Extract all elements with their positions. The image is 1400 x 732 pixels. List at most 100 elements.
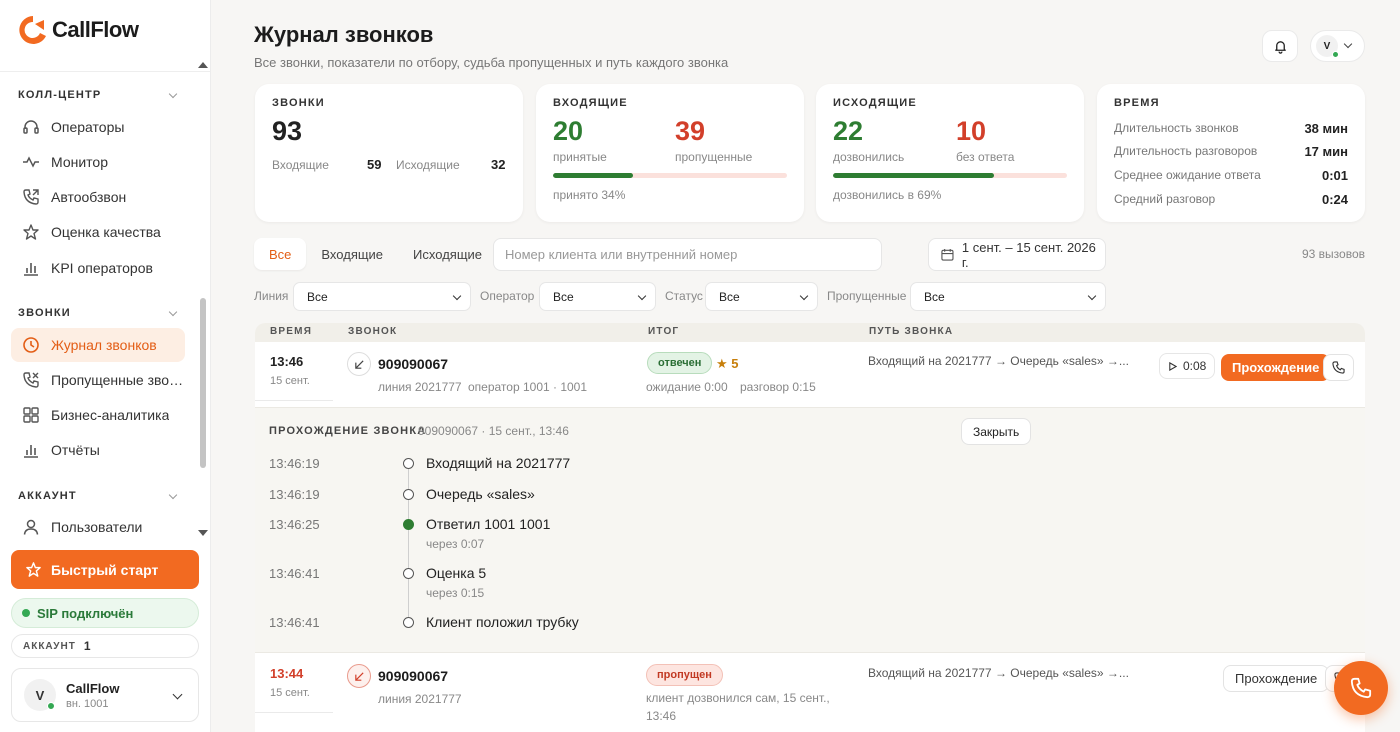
sidebar-item-operators[interactable]: Операторы	[11, 110, 185, 144]
call-date: 15 сент.	[270, 375, 310, 387]
bar-chart-icon	[24, 445, 38, 458]
user-menu[interactable]: V CallFlow вн. 1001	[11, 668, 199, 722]
user-extension: вн. 1001	[66, 697, 109, 710]
sip-status-text: SIP подключён	[37, 605, 134, 621]
line-select[interactable]: Все	[293, 282, 471, 311]
column-header-time: ВРЕМЯ	[270, 326, 313, 337]
sidebar-item-autodial[interactable]: Автообзвон	[11, 180, 185, 214]
sidebar-item-monitor[interactable]: Монитор	[11, 145, 185, 179]
status-dot	[22, 609, 30, 617]
notifications-button[interactable]	[1262, 30, 1298, 62]
phone-icon	[1350, 677, 1372, 699]
select-value: Все	[307, 289, 328, 304]
event-dot	[403, 617, 414, 628]
filter-label-status: Статус	[665, 289, 703, 303]
user-menu-button[interactable]: V	[1310, 30, 1365, 62]
event-dot	[403, 458, 414, 469]
sidebar-item-label: Оценка качества	[51, 224, 161, 240]
filter-label-missed: Пропущенные	[827, 289, 907, 303]
app-name: CallFlow	[52, 17, 139, 42]
caller-number[interactable]: 909090067	[378, 668, 448, 684]
star-icon	[23, 224, 39, 240]
route-button[interactable]: Прохождение	[1223, 665, 1330, 692]
event-text: Входящий на 2021777	[426, 455, 571, 471]
sidebar-item-label: Пользователи	[51, 519, 143, 535]
scroll-down-arrow[interactable]	[198, 530, 208, 536]
divider	[255, 400, 333, 401]
wait-time: ожидание 0:00	[646, 380, 728, 394]
date-range-picker[interactable]: 1 сент. – 15 сент. 2026 г.	[928, 238, 1106, 271]
chevron-down-icon	[168, 490, 178, 499]
status-badge: пропущен	[646, 664, 723, 686]
event-time: 13:46:19	[269, 456, 320, 471]
missed-select[interactable]: Все	[910, 282, 1106, 311]
incoming-accepted: 20	[553, 116, 584, 146]
sidebar-item-analytics[interactable]: Бизнес-аналитика	[11, 398, 185, 432]
recording-duration: 0:08	[1183, 359, 1207, 373]
sidebar-item-call-log[interactable]: Журнал звонков	[11, 328, 185, 362]
quick-start-button[interactable]: Быстрый старт	[11, 550, 199, 589]
outgoing-noanswer-label: без ответа	[956, 150, 1015, 164]
sidebar-item-kpi[interactable]: KPI операторов	[11, 251, 185, 285]
play-recording-button[interactable]: 0:08	[1159, 353, 1216, 379]
sidebar-item-missed[interactable]: Пропущенные звонки	[11, 363, 185, 397]
bar-chart-icon	[24, 263, 38, 276]
caller-number[interactable]: 909090067	[378, 356, 448, 372]
sidebar-item-reports[interactable]: Отчёты	[11, 433, 185, 467]
chevron-down-icon	[1087, 291, 1097, 301]
user-icon	[23, 519, 39, 535]
tab-outgoing[interactable]: Исходящие	[398, 238, 497, 270]
route-button[interactable]: Прохождение	[1221, 354, 1331, 381]
section-calls[interactable]: ЗВОНКИ	[18, 307, 180, 319]
sip-status-badge: SIP подключён	[11, 598, 199, 628]
card-outgoing: ИСХОДЯЩИЕ 22 дозвонились 10 без ответа д…	[816, 84, 1084, 222]
bell-icon	[1274, 40, 1286, 54]
sidebar-item-quality[interactable]: Оценка качества	[11, 215, 185, 249]
progress-fill	[553, 173, 633, 178]
sidebar-item-users[interactable]: Пользователи	[11, 510, 185, 544]
headset-icon	[23, 120, 39, 134]
time-row: Средний разговор 0:24	[1114, 192, 1348, 207]
call-date: 15 сент.	[270, 687, 310, 699]
account-selector[interactable]: АККАУНТ 1	[11, 634, 199, 658]
sidebar-scrollbar[interactable]	[200, 298, 206, 468]
close-button[interactable]: Закрыть	[961, 418, 1032, 445]
section-account[interactable]: АККАУНТ	[18, 490, 180, 502]
filter-label-operator: Оператор	[480, 289, 535, 303]
call-operator: оператор 1001 · 1001	[468, 380, 588, 394]
tab-incoming[interactable]: Входящие	[306, 238, 398, 270]
card-title: ИСХОДЯЩИЕ	[833, 97, 917, 109]
card-time: ВРЕМЯ Длительность звонков 38 мин Длитель…	[1097, 84, 1365, 222]
event-delay: через 0:07	[426, 537, 485, 551]
result-count: 93 вызовов	[1301, 247, 1365, 261]
divider	[255, 712, 333, 713]
status-select[interactable]: Все	[705, 282, 818, 311]
chevron-down-icon	[452, 291, 462, 301]
clock-icon	[23, 337, 39, 353]
call-back-button[interactable]	[1323, 354, 1354, 381]
column-header-call: ЗВОНОК	[348, 326, 398, 337]
event-time: 13:46:41	[269, 615, 320, 630]
phone-outgoing-icon	[23, 189, 39, 205]
tab-all[interactable]: Все	[254, 238, 307, 270]
avatar: V	[1316, 35, 1339, 58]
call-path: Входящий на 2021777 → Очередь «sales» →.…	[868, 666, 1129, 680]
avatar: V	[24, 679, 56, 711]
card-title: ЗВОНКИ	[272, 97, 325, 109]
scroll-up-arrow[interactable]	[198, 62, 208, 68]
chevron-down-icon	[799, 291, 809, 301]
chevron-down-icon	[168, 307, 178, 316]
time-value: 0:24	[1321, 192, 1348, 207]
logo[interactable]: CallFlow	[18, 14, 139, 46]
event-dot-answered	[403, 519, 414, 530]
operator-select[interactable]: Все	[539, 282, 656, 311]
event-dot	[403, 568, 414, 579]
phone-icon	[1332, 361, 1345, 374]
chevron-down-icon	[168, 89, 178, 98]
direction-tabs: Все Входящие Исходящие	[254, 238, 497, 270]
dial-fab-button[interactable]	[1334, 661, 1388, 715]
calls-table: ВРЕМЯ ЗВОНОК ИТОГ ПУТЬ ЗВОНКА 13:46 15 с…	[255, 323, 1365, 732]
search-input[interactable]: Номер клиента или внутренний номер	[493, 238, 882, 271]
missed-note-time: 13:46	[646, 709, 677, 723]
section-callcenter[interactable]: КОЛЛ-ЦЕНТР	[18, 89, 180, 101]
